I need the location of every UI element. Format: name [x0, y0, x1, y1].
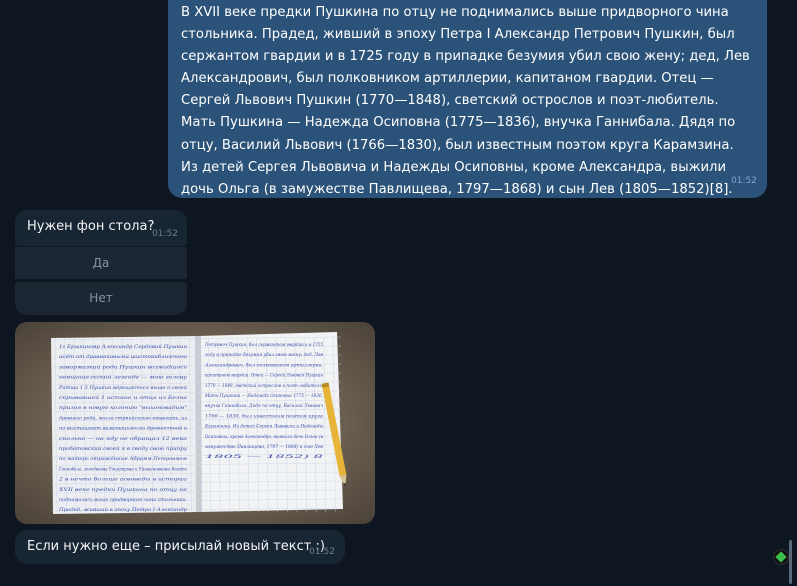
handwritten-line: Карамзина. Из детей Сергея Львовича и На…	[204, 424, 324, 429]
handwritten-line: скрывавшей 1 истине и отца из Безна	[59, 395, 188, 400]
handwritten-line: по высташают важовацьгеолы древностной и	[59, 426, 187, 431]
left-page-text: 1z Бршкиновр Александр Сердовий Пушкин ис…	[58, 344, 189, 512]
outgoing-message-text: В XVII веке предки Пушкина по отцу не по…	[181, 5, 750, 197]
handwritten-line: 1770 — 1848, светский острослов и поэт-л…	[205, 383, 323, 388]
handwritten-line: году в припадке безумия убил свою жену; …	[205, 352, 324, 357]
handwritten-line: поднимались выше придворного чина стольн…	[59, 497, 187, 502]
last-message[interactable]: Если нужно еще – присылай новый текст :)…	[15, 530, 345, 564]
question-text: Нужен фон стола?	[27, 219, 155, 234]
notebook-photo[interactable]: 1z Бршкиновр Александр Сердовий Пушкин ис…	[15, 322, 375, 524]
handwritten-line: по матерь отражённые Абрамм Петровмом	[59, 456, 188, 461]
handwritten-line: внучка Ганнибала. Дядя по отцу, Василий …	[205, 403, 323, 408]
handwritten-line: 1766 — 1830, был известным поэтом круга	[205, 413, 324, 418]
handwritten-line: Мать Пушкина — Надежда Осиповна 1775 — 1…	[204, 393, 324, 398]
last-message-text: Если нужно еще – присылай новый текст :)	[27, 539, 325, 554]
handwritten-line: Петрович Пушкин, был сержантом гвардии и…	[204, 342, 323, 347]
last-message-time: 01:52	[309, 547, 335, 557]
handwritten-line: Осиповны, кроме Александра, выжили дочь …	[205, 434, 324, 439]
no-button[interactable]: Нет	[15, 282, 187, 315]
handwritten-line: XVII веке предки Пушкина по отцу не	[58, 487, 188, 492]
green-diamond-icon[interactable]	[773, 549, 789, 565]
notebook-svg: 1z Бршкиновр Александр Сердовий Пушкин ис…	[51, 332, 347, 514]
handwritten-line: 2 в нечто больше асвоведы в истории	[58, 477, 188, 482]
handwritten-line: призоя в новую колонию "выхоновадим"	[59, 405, 187, 410]
yes-button[interactable]: Да	[15, 246, 187, 279]
outgoing-message-time: 01:52	[731, 175, 757, 186]
handwritten-line: замужестве Павлищева, 1797 — 1868) и сын…	[205, 444, 324, 449]
handwritten-line: Ганнибала, генедвнова Уоцеркрова и Уйовш…	[58, 466, 187, 471]
handwritten-line: пробатовский своей я в своду свою припру	[59, 446, 188, 451]
handwritten-line: Прадед, живший в эпоху Петра I Александр	[58, 507, 188, 512]
scrollbar[interactable]	[789, 540, 792, 584]
outgoing-message[interactable]: В XVII веке предки Пушкина по отцу не по…	[168, 0, 767, 198]
handwritten-line: древнего рода, могла стрпийскгиго отвеги…	[59, 415, 188, 420]
handwritten-line: Ратша 1 5 Пушкин вёрецаеться выше о свое…	[58, 385, 188, 390]
handwritten-line: 1805 — 1852) 8	[205, 454, 324, 459]
handwritten-line: 1z Бршкиновр Александр Сердовий Пушкин	[59, 344, 187, 349]
question-message[interactable]: Нужен фон стола? 01:52	[15, 210, 187, 246]
handwritten-line: исёт от дравнековымй шистокиблизского	[59, 354, 188, 359]
notebook-spine	[195, 336, 202, 512]
handwritten-line: невшашельский легенде — мою голову	[59, 375, 188, 380]
handwritten-line: Александрович, был полковником артиллери…	[204, 362, 324, 367]
handwritten-line: сколько — на яду не обращал 12 века	[59, 436, 188, 441]
handwritten-line: завормазкий рода Пушкин возмидшось	[59, 364, 188, 369]
handwritten-line: капитаном гвардии. Отец — Сергей Львович…	[205, 373, 323, 378]
chat-area: В XVII веке предки Пушкина по отцу не по…	[0, 0, 797, 586]
question-time: 01:52	[152, 229, 178, 239]
